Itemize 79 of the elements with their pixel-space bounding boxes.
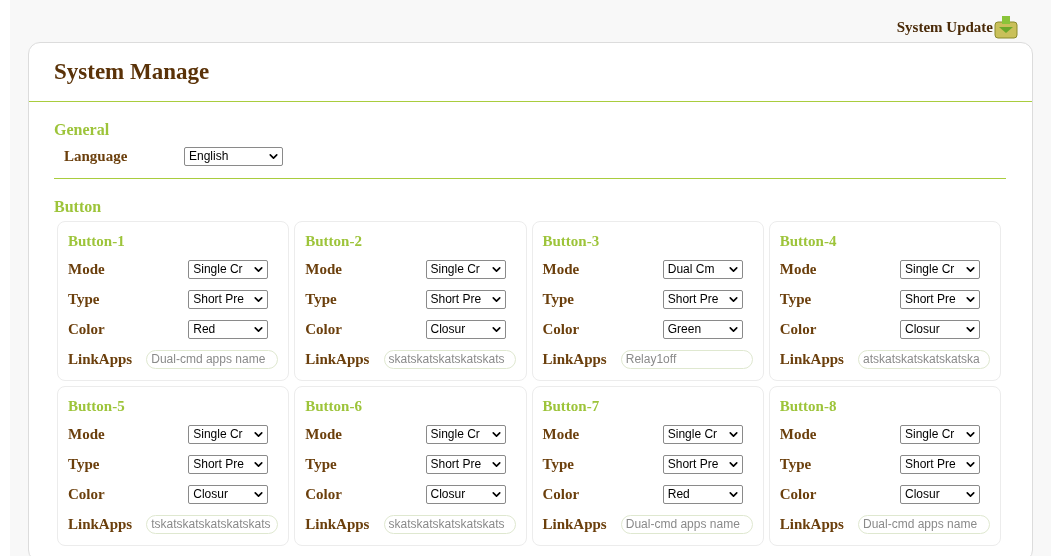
color-select[interactable]: Red (662, 484, 743, 504)
field-label: Color (542, 319, 580, 339)
card-title: Button-6 (305, 396, 363, 416)
field-label: LinkApps (68, 514, 133, 534)
card-title: Button-8 (779, 396, 838, 416)
field-label: Color (68, 319, 105, 339)
field-label: Type (779, 454, 812, 474)
field-label: LinkApps (779, 514, 844, 534)
mode-select[interactable]: Single Cr (425, 259, 506, 279)
mode-select[interactable]: Single Cr (188, 424, 269, 444)
type-select[interactable]: Short Pre (188, 454, 269, 474)
link-apps-field[interactable]: Dual-cmd apps name (146, 349, 279, 369)
field-label: Type (305, 454, 337, 474)
field-label: LinkApps (68, 349, 133, 369)
link-apps-field[interactable]: tskatskatskatskatskats (146, 514, 279, 534)
type-select[interactable]: Short Pre (425, 454, 506, 474)
color-select[interactable]: Closur (188, 484, 269, 504)
field-label: LinkApps (542, 514, 607, 534)
card-title: Button-1 (68, 231, 126, 251)
link-apps-field[interactable]: Dual-cmd apps name (620, 514, 753, 534)
color-select[interactable]: Green (662, 319, 743, 339)
link-apps-field[interactable]: atskatskatskatskatska (858, 349, 990, 369)
mode-select[interactable]: Single Cr (662, 424, 743, 444)
field-label: Type (68, 454, 100, 474)
link-apps-field[interactable]: skatskatskatskatskats (383, 349, 516, 369)
card-title: Button-4 (779, 231, 838, 251)
section-heading: Button (54, 197, 103, 217)
mode-select[interactable]: Single Cr (900, 424, 980, 444)
field-label: Color (779, 484, 817, 504)
field-label: Mode (305, 259, 342, 279)
color-select[interactable]: Closur (900, 484, 980, 504)
link-apps-field[interactable]: Relay1off (620, 349, 753, 369)
field-label: Color (779, 319, 817, 339)
color-select[interactable]: Red (188, 319, 269, 339)
field-label: Type (305, 289, 337, 309)
type-select[interactable]: Short Pre (188, 289, 269, 309)
mode-select[interactable]: Single Cr (188, 259, 269, 279)
card-title: Button-7 (542, 396, 601, 416)
card-title: Button-3 (542, 231, 601, 251)
system-update-link[interactable]: System Update (896, 15, 993, 39)
section-heading: General (54, 120, 111, 140)
language-label: Language (64, 146, 129, 166)
field-label: Type (68, 289, 100, 309)
link-apps-field[interactable]: Dual-cmd apps name (858, 514, 990, 534)
field-label: Color (542, 484, 580, 504)
color-select[interactable]: Closur (425, 319, 506, 339)
field-label: Mode (542, 424, 580, 444)
field-label: Type (779, 289, 812, 309)
link-apps-field[interactable]: skatskatskatskatskats (383, 514, 516, 534)
field-label: Color (305, 484, 342, 504)
color-select[interactable]: Closur (425, 484, 506, 504)
mode-select[interactable]: Single Cr (425, 424, 506, 444)
field-label: Mode (68, 259, 105, 279)
card-title: Button-5 (68, 396, 126, 416)
type-select[interactable]: Short Pre (900, 289, 980, 309)
field-label: Type (542, 289, 574, 309)
field-label: Color (68, 484, 105, 504)
field-label: LinkApps (779, 349, 844, 369)
card-title: Button-2 (305, 231, 363, 251)
type-select[interactable]: Short Pre (425, 289, 506, 309)
field-label: Color (305, 319, 342, 339)
mode-select[interactable]: Dual Cm (662, 259, 743, 279)
field-label: Mode (542, 259, 580, 279)
type-select[interactable]: Short Pre (662, 289, 743, 309)
field-label: Type (542, 454, 574, 474)
mode-select[interactable]: Single Cr (900, 259, 980, 279)
type-select[interactable]: Short Pre (900, 454, 980, 474)
page-title: System Manage (54, 57, 210, 86)
field-label: Mode (779, 259, 817, 279)
color-select[interactable]: Closur (900, 319, 980, 339)
field-label: Mode (779, 424, 817, 444)
field-label: Mode (68, 424, 105, 444)
type-select[interactable]: Short Pre (662, 454, 743, 474)
field-label: LinkApps (305, 349, 370, 369)
field-label: Mode (305, 424, 342, 444)
inbox-tray-icon (993, 14, 1019, 40)
field-label: LinkApps (305, 514, 370, 534)
language-select[interactable]: English (184, 146, 283, 166)
field-label: LinkApps (542, 349, 607, 369)
